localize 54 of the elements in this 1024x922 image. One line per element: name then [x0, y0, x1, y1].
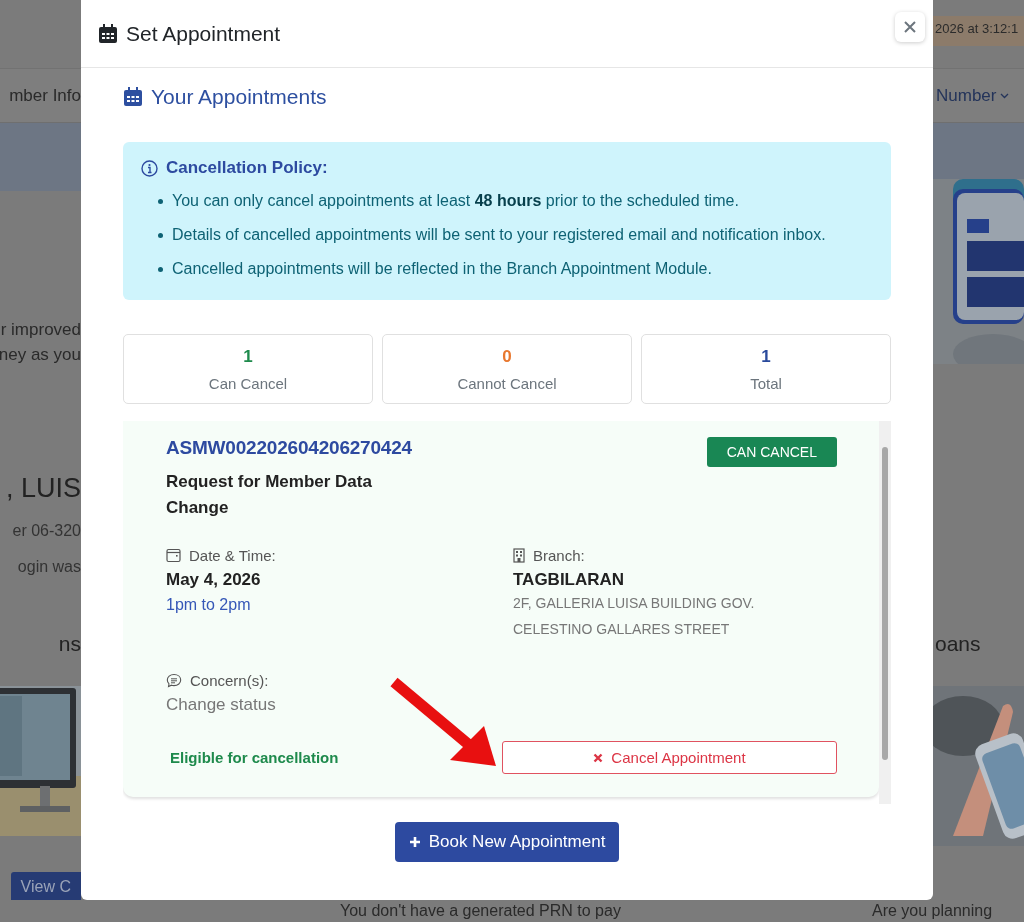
- nav-dropdown[interactable]: Number: [933, 85, 1010, 106]
- stat-label: Can Cancel: [208, 374, 288, 392]
- plus-icon: [408, 836, 421, 848]
- member-number: er 06-320: [11, 522, 81, 540]
- member-name: , LUIS: [4, 473, 81, 504]
- time-text: 1pm to 2pm: [166, 596, 252, 614]
- policy-text: You can only cancel appointments at least 48 hours prior to the scheduled time.: [172, 191, 739, 211]
- branch-name: TAGBILARAN: [513, 570, 626, 590]
- stat-label: Total: [750, 374, 782, 392]
- concern-text: Change status: [166, 695, 277, 715]
- nav-link[interactable]: mber Info: [9, 85, 81, 106]
- cancel-appointment-button[interactable]: Cancel Appointment: [502, 741, 837, 774]
- stat-label: Cannot Cancel: [457, 374, 557, 392]
- section-title: Your Appointments: [151, 85, 327, 109]
- notice-text: You don't have a generated PRN to pay: [340, 902, 621, 920]
- bullet-icon: [158, 267, 163, 272]
- bullet-icon: [158, 233, 163, 238]
- x-icon: [593, 752, 604, 763]
- policy-text: Details of cancelled appointments will be sent to your registered email and notification inbox.: [172, 225, 826, 245]
- login-info: ogin was: [16, 558, 81, 576]
- building-icon: [513, 548, 525, 563]
- field-label: Date & Time:: [189, 547, 276, 564]
- notice-text: Are you planning: [872, 902, 993, 920]
- close-icon: [903, 20, 917, 34]
- stat-value: 1: [761, 346, 771, 367]
- section-heading: oans: [934, 631, 981, 656]
- bullet-icon: [158, 199, 163, 204]
- branch-address: 2F, GALLERIA LUISA BUILDING GOV. CELESTINO GALLARES STREET: [513, 594, 756, 639]
- date-text: May 4, 2026: [166, 570, 262, 590]
- field-label: Branch:: [533, 547, 585, 564]
- chat-bubble-icon: [166, 673, 182, 688]
- calendar-icon: [123, 87, 143, 107]
- info-icon: [141, 159, 158, 177]
- section-heading: ns: [58, 631, 81, 656]
- service-name: Request for Member Data Change: [166, 471, 373, 519]
- book-appointment-button[interactable]: Book New Appointment: [394, 822, 620, 862]
- close-button[interactable]: [895, 12, 925, 42]
- status-badge: CAN CANCEL: [706, 437, 837, 467]
- scrollbar[interactable]: [879, 421, 891, 804]
- field-label: Concern(s):: [190, 672, 269, 689]
- policy-title: Cancellation Policy:: [166, 158, 328, 178]
- reference-number: ASMW002202604206270424: [166, 437, 412, 459]
- stat-value: 0: [502, 346, 512, 367]
- eligibility-text: Eligible for cancellation: [169, 749, 339, 766]
- view-button[interactable]: View C: [10, 872, 81, 900]
- date-banner: 2026 at 3:12:1: [933, 16, 1024, 46]
- calendar-icon: [98, 23, 118, 44]
- stat-value: 1: [243, 346, 253, 367]
- policy-text: Cancelled appointments will be reflected in the Branch Appointment Module.: [172, 259, 712, 279]
- modal-title: Set Appointment: [126, 21, 281, 46]
- calendar-icon: [166, 548, 181, 563]
- intro-text: r improved: [0, 320, 81, 340]
- intro-text: ney as you: [0, 345, 81, 365]
- chevron-down-icon: [1000, 92, 1010, 99]
